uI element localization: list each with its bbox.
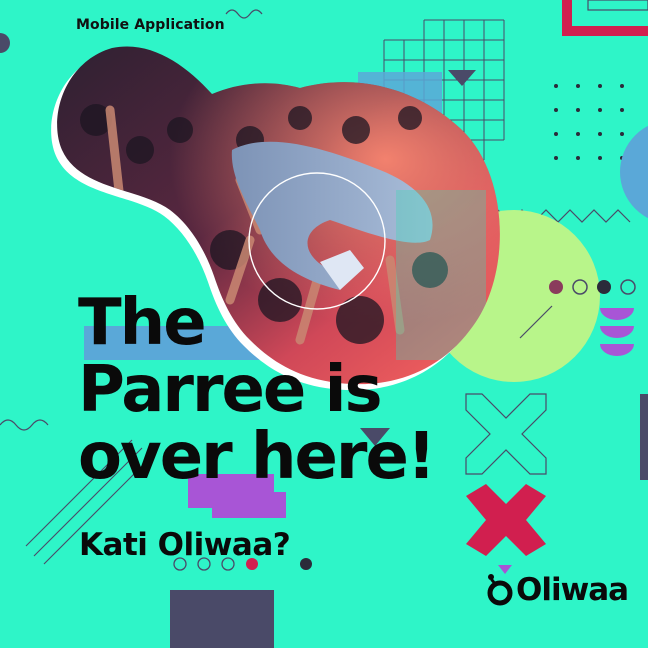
tagline: Kati Oliwaa? (79, 527, 291, 563)
headline: The Parree is over here! (78, 290, 498, 491)
brand-name: Oliwaa (516, 572, 629, 608)
brand-logo: Oliwaa (486, 572, 629, 608)
kicker-label: Mobile Application (76, 17, 225, 33)
poster: Mobile Application The Parree is over he… (0, 0, 648, 648)
headline-line-1: The (78, 286, 207, 360)
headline-line-2: Parree is (78, 353, 383, 427)
headline-line-3: over here! (78, 420, 436, 494)
brand-logo-icon (487, 574, 513, 606)
